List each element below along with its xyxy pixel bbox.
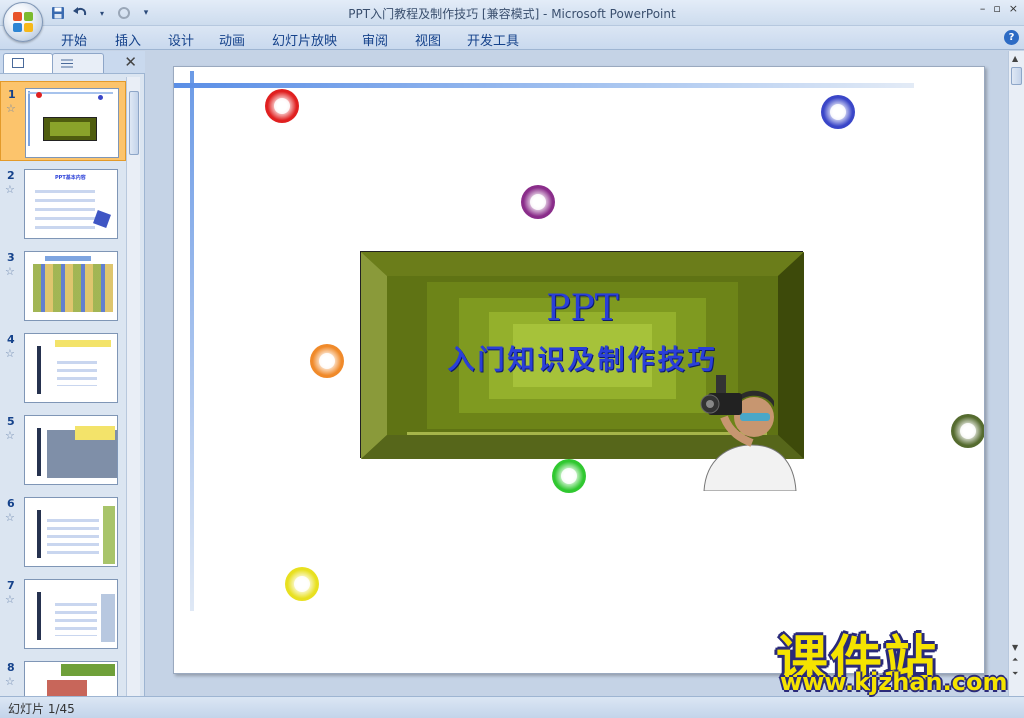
tab-home[interactable]: 开始 bbox=[61, 30, 87, 49]
slide-thumbnail-8[interactable]: 8 ☆ bbox=[0, 655, 126, 696]
scroll-down-icon[interactable]: ▼ bbox=[1012, 643, 1018, 652]
animation-star-icon: ☆ bbox=[5, 511, 15, 524]
scrollbar-thumb[interactable] bbox=[1011, 67, 1022, 85]
red-ball-icon bbox=[265, 89, 299, 123]
cameraman-icon bbox=[700, 375, 797, 492]
slide-number: 6 bbox=[7, 497, 15, 510]
help-icon[interactable]: ? bbox=[1004, 30, 1019, 45]
thumbnail-image bbox=[24, 333, 118, 403]
vertical-accent-line bbox=[190, 71, 194, 611]
ribbon-tabs: 开始 插入 设计 动画 幻灯片放映 审阅 视图 开发工具 ? bbox=[0, 26, 1024, 50]
slide-number: 5 bbox=[7, 415, 15, 428]
close-pane-icon[interactable]: ✕ bbox=[124, 53, 137, 71]
tab-review[interactable]: 审阅 bbox=[362, 30, 388, 49]
slide-scrollbar[interactable]: ▲ ▼ ⏶ ⏷ bbox=[1008, 51, 1024, 696]
pane-tabs: ✕ bbox=[0, 51, 145, 74]
slide-number: 4 bbox=[7, 333, 15, 346]
slide-number: 1 bbox=[8, 88, 16, 101]
thumbnail-image bbox=[24, 251, 118, 321]
slide-title[interactable]: PPT bbox=[361, 288, 804, 329]
tab-developer[interactable]: 开发工具 bbox=[467, 30, 519, 49]
slide-number: 8 bbox=[7, 661, 15, 674]
slide-thumbnail-4[interactable]: 4 ☆ bbox=[0, 327, 126, 407]
watermark-logo: 课件站 www.kjzhan.com bbox=[776, 618, 1012, 698]
purple-ball-icon bbox=[521, 185, 555, 219]
slide-thumbnail-6[interactable]: 6 ☆ bbox=[0, 491, 126, 571]
status-bar: 幻灯片 1/45 bbox=[0, 696, 1024, 718]
slides-pane: ✕ 1 ☆ 2 ☆ PPT基本内容 3 ☆ 4 ☆ 5 ☆ 6 ☆ 7 ☆ 8 … bbox=[0, 51, 145, 696]
orange-ball-icon bbox=[310, 344, 344, 378]
office-button[interactable] bbox=[3, 2, 43, 42]
cameraman-clipart[interactable] bbox=[694, 373, 804, 492]
office-logo-icon bbox=[13, 12, 33, 32]
animation-star-icon: ☆ bbox=[5, 183, 15, 196]
animation-star-icon: ☆ bbox=[5, 429, 15, 442]
tab-view[interactable]: 视图 bbox=[415, 30, 441, 49]
outline-view-icon bbox=[61, 59, 73, 68]
slide-thumbnail-5[interactable]: 5 ☆ bbox=[0, 409, 126, 489]
thumbnail-image bbox=[24, 415, 118, 485]
slide-thumbnail-3[interactable]: 3 ☆ bbox=[0, 245, 126, 325]
scroll-up-icon[interactable]: ▲ bbox=[1012, 54, 1018, 63]
minimize-button[interactable]: – bbox=[980, 2, 986, 15]
slide-thumbnail-2[interactable]: 2 ☆ PPT基本内容 bbox=[0, 163, 126, 243]
tab-slides[interactable] bbox=[3, 53, 53, 73]
thumbnail-title: PPT基本内容 bbox=[55, 175, 86, 181]
slide-number: 3 bbox=[7, 251, 15, 264]
slide-number: 7 bbox=[7, 579, 15, 592]
tab-outline[interactable] bbox=[52, 53, 104, 73]
thumbnail-image: PPT基本内容 bbox=[24, 169, 118, 239]
blue-ball-icon bbox=[821, 95, 855, 129]
tab-slide-show[interactable]: 幻灯片放映 bbox=[272, 30, 337, 49]
slide-thumbnail-7[interactable]: 7 ☆ bbox=[0, 573, 126, 653]
thumbnail-image bbox=[24, 497, 118, 567]
scrollbar-thumb[interactable] bbox=[129, 91, 139, 155]
horizontal-accent-line bbox=[174, 83, 914, 88]
animation-star-icon: ☆ bbox=[5, 675, 15, 688]
watermark-url-text: www.kjzhan.com bbox=[780, 668, 1008, 696]
tab-insert[interactable]: 插入 bbox=[115, 30, 141, 49]
green-ball-icon bbox=[552, 459, 586, 493]
previous-slide-icon[interactable]: ⏶ bbox=[1012, 655, 1018, 665]
slide-thumbnail-1[interactable]: 1 ☆ bbox=[0, 81, 126, 161]
next-slide-icon[interactable]: ⏷ bbox=[1012, 669, 1018, 679]
yellow-ball-icon bbox=[285, 567, 319, 601]
close-button[interactable]: × bbox=[1009, 2, 1018, 15]
thumbnail-image bbox=[24, 661, 118, 696]
window-title: PPT入门教程及制作技巧 [兼容模式] - Microsoft PowerPoi… bbox=[348, 7, 676, 21]
tab-animations[interactable]: 动画 bbox=[219, 30, 245, 49]
thumbnail-image bbox=[25, 88, 119, 158]
tab-design[interactable]: 设计 bbox=[168, 30, 194, 49]
thumbnail-scrollbar[interactable] bbox=[126, 77, 140, 696]
slide-number: 2 bbox=[7, 169, 15, 182]
title-bar: ▾ ▾ PPT入门教程及制作技巧 [兼容模式] - Microsoft Powe… bbox=[0, 0, 1024, 26]
olive-ball-icon bbox=[951, 414, 984, 448]
slide-indicator: 幻灯片 1/45 bbox=[8, 702, 75, 716]
animation-star-icon: ☆ bbox=[5, 593, 15, 606]
thumbnail-image bbox=[24, 579, 118, 649]
window-controls: – ▫ × bbox=[980, 2, 1018, 15]
animation-star-icon: ☆ bbox=[6, 102, 16, 115]
slides-view-icon bbox=[12, 58, 24, 68]
animation-star-icon: ☆ bbox=[5, 347, 15, 360]
thumbnail-list: 1 ☆ 2 ☆ PPT基本内容 3 ☆ 4 ☆ 5 ☆ 6 ☆ 7 ☆ 8 ☆ bbox=[0, 77, 126, 696]
maximize-button[interactable]: ▫ bbox=[993, 2, 1000, 15]
animation-star-icon: ☆ bbox=[5, 265, 15, 278]
slide-subtitle[interactable]: 入门知识及制作技巧 bbox=[361, 338, 804, 377]
slide-canvas[interactable]: PPT 入门知识及制作技巧 bbox=[173, 66, 985, 674]
